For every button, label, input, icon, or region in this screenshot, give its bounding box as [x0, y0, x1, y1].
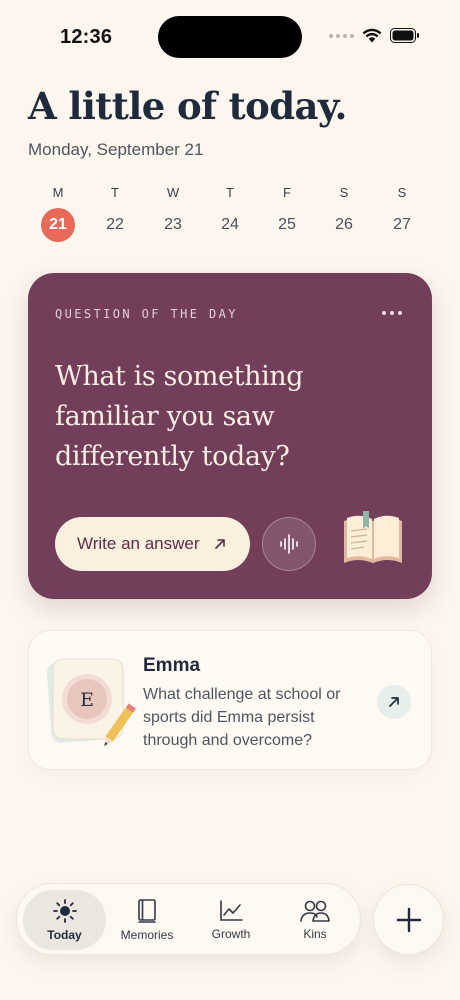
- day-number: 24: [221, 216, 239, 233]
- day-sunday[interactable]: S 27: [382, 184, 422, 242]
- tab-growth[interactable]: Growth: [191, 890, 271, 950]
- tab-label: Today: [47, 928, 82, 942]
- page-date: Monday, September 21: [28, 140, 204, 159]
- day-letter: M: [52, 185, 64, 200]
- status-bar: 12:36: [0, 0, 460, 72]
- tab-today[interactable]: Today: [23, 890, 106, 950]
- kin-initial: E: [80, 689, 94, 711]
- tab-label: Memories: [120, 928, 174, 942]
- day-number: 27: [393, 216, 411, 233]
- more-horizontal-icon[interactable]: [382, 311, 402, 315]
- open-book-icon: [344, 511, 402, 563]
- day-number: 21: [41, 208, 75, 242]
- tab-kins[interactable]: Kins: [275, 890, 355, 950]
- day-letter: W: [166, 185, 180, 200]
- day-saturday[interactable]: S 26: [324, 184, 364, 242]
- add-button[interactable]: [373, 884, 444, 955]
- day-number: 25: [278, 216, 296, 233]
- tab-bar: Today Memories Growth Kins: [16, 883, 361, 955]
- tab-memories[interactable]: Memories: [107, 890, 187, 950]
- arrow-up-right-icon: [389, 697, 399, 707]
- day-letter: T: [226, 185, 234, 200]
- kin-prompt-card[interactable]: E Emma What challenge at school or sport…: [28, 630, 432, 770]
- status-icons: [329, 28, 420, 43]
- people-icon: [300, 900, 330, 922]
- arrow-up-right-icon: [214, 539, 225, 549]
- week-strip: M 21 T 22 W 23 T 24 F 25 S 26 S 27: [28, 184, 431, 244]
- sun-icon: [52, 899, 77, 923]
- day-letter: T: [111, 185, 119, 200]
- day-letter: S: [397, 185, 407, 200]
- day-thursday[interactable]: T 24: [210, 184, 250, 242]
- tab-label: Growth: [211, 927, 251, 941]
- open-prompt-button[interactable]: [377, 685, 411, 719]
- chart-icon: [220, 900, 243, 921]
- day-tuesday[interactable]: T 22: [95, 184, 135, 242]
- day-letter: F: [283, 185, 291, 200]
- question-card: QUESTION OF THE DAY What is something fa…: [28, 273, 432, 599]
- question-text: What is something familiar you saw diffe…: [55, 361, 304, 472]
- notecard-pencil-illustration: E: [47, 658, 137, 747]
- book-icon: [138, 899, 156, 923]
- day-number: 23: [164, 216, 182, 233]
- day-number: 22: [106, 216, 124, 233]
- write-answer-label: Write an answer: [77, 534, 200, 553]
- plus-icon: [396, 907, 421, 932]
- kin-question: What challenge at school or sports did E…: [143, 686, 341, 749]
- cellular-signal-icon: [329, 33, 354, 38]
- day-monday[interactable]: M 21: [38, 184, 78, 242]
- day-number: 26: [335, 216, 353, 233]
- wifi-icon: [362, 28, 382, 43]
- voice-answer-button[interactable]: [262, 517, 316, 571]
- question-eyebrow: QUESTION OF THE DAY: [55, 307, 238, 321]
- status-time: 12:36: [60, 26, 113, 48]
- day-letter: S: [339, 185, 349, 200]
- page-title: A little of today.: [28, 84, 347, 128]
- kin-name: Emma: [143, 655, 201, 676]
- tab-label: Kins: [303, 927, 327, 941]
- day-friday[interactable]: F 25: [267, 184, 307, 242]
- day-wednesday[interactable]: W 23: [153, 184, 193, 242]
- write-answer-button[interactable]: Write an answer: [55, 517, 250, 571]
- waveform-icon: [280, 534, 298, 554]
- battery-icon: [390, 28, 419, 43]
- dynamic-island: [158, 16, 302, 58]
